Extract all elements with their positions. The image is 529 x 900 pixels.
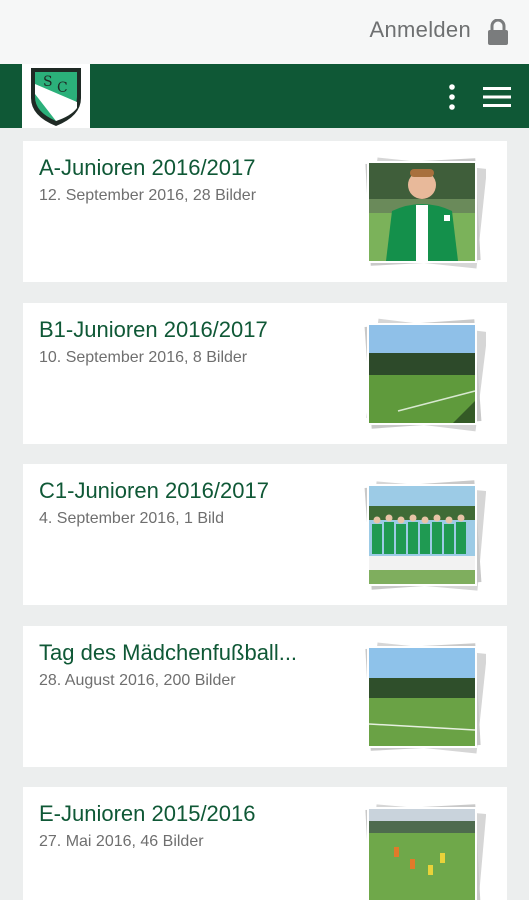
club-logo[interactable]: S C [22, 64, 90, 128]
album-meta: 4. September 2016, 1 Bild [39, 510, 225, 527]
more-vertical-icon[interactable] [449, 84, 455, 110]
album-title: C1-Junioren 2016/2017 [39, 478, 269, 503]
lock-icon[interactable] [487, 19, 509, 45]
album-title: E-Junioren 2015/2016 [39, 801, 256, 826]
login-link[interactable]: Anmelden [370, 17, 471, 43]
album-meta: 10. September 2016, 8 Bilder [39, 349, 248, 366]
svg-text:C: C [57, 80, 68, 96]
album-meta: 12. September 2016, 28 Bilder [39, 187, 257, 204]
album-thumbnail [358, 476, 487, 594]
club-crest-logo-icon: S C [31, 68, 81, 126]
album-thumbnail [358, 799, 487, 900]
album-title: B1-Junioren 2016/2017 [39, 317, 268, 342]
album-meta: 27. Mai 2016, 46 Bilder [39, 833, 204, 850]
hamburger-menu-icon[interactable] [483, 86, 511, 108]
album-thumbnail [358, 638, 487, 756]
album-card[interactable]: C1-Junioren 2016/2017 4. September 2016,… [23, 464, 507, 605]
album-title: Tag des Mädchenfußball... [39, 640, 298, 665]
svg-text:S: S [43, 74, 53, 90]
album-card[interactable]: A-Junioren 2016/2017 12. September 2016,… [23, 141, 507, 282]
album-thumbnail [358, 153, 487, 271]
top-bar: Anmelden [0, 0, 529, 64]
album-card[interactable]: B1-Junioren 2016/2017 10. September 2016… [23, 303, 507, 444]
album-card[interactable]: E-Junioren 2015/2016 27. Mai 2016, 46 Bi… [23, 787, 507, 900]
album-meta: 28. August 2016, 200 Bilder [39, 672, 236, 689]
album-title: A-Junioren 2016/2017 [39, 155, 256, 180]
album-thumbnail [358, 315, 488, 433]
album-card[interactable]: Tag des Mädchenfußball... 28. August 201… [23, 626, 507, 767]
